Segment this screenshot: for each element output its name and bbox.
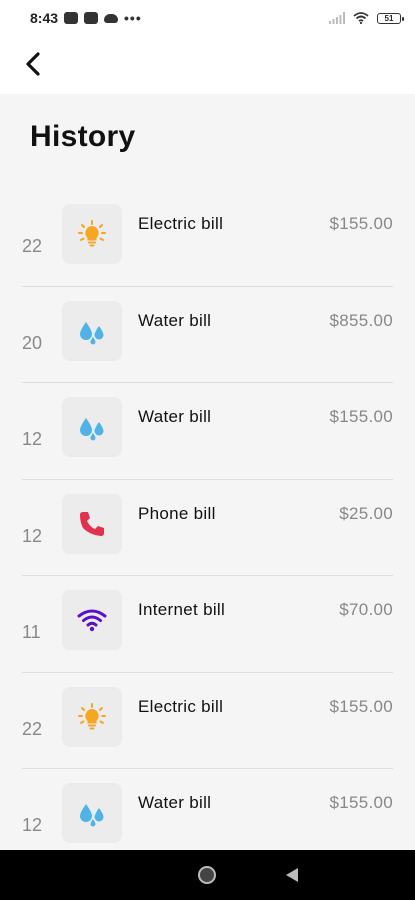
wifi-icon — [77, 607, 107, 633]
signal-icon — [329, 12, 345, 24]
chevron-left-icon — [26, 52, 40, 76]
bill-icon-tile — [62, 204, 122, 264]
bill-icon-tile — [62, 493, 122, 554]
battery-icon: 51 — [377, 12, 404, 24]
bill-amount: $155.00 — [329, 407, 393, 426]
lightbulb-icon — [77, 219, 107, 249]
bill-name: Electric bill — [138, 696, 224, 716]
status-time: 8:43 — [30, 10, 59, 26]
history-row[interactable]: 11 Internet bill $70.00 — [22, 576, 393, 673]
history-day: 12 — [22, 815, 43, 835]
bill-icon-tile — [62, 686, 122, 747]
bill-name: Phone bill — [138, 503, 216, 523]
bill-name: Water bill — [138, 310, 212, 330]
page-title: History — [30, 120, 136, 153]
bill-name: Electric bill — [138, 214, 224, 233]
history-row[interactable]: 20 Water bill $855.00 — [22, 287, 393, 383]
history-content: History 22 Electric bill $155.00 20 Wate… — [0, 94, 415, 866]
water-drops-icon — [77, 412, 107, 442]
bill-amount: $70.00 — [339, 600, 393, 619]
history-row[interactable]: 22 Electric bill $155.00 — [22, 190, 393, 287]
message-notification-icon — [64, 12, 79, 24]
bill-amount: $155.00 — [329, 793, 393, 812]
history-row[interactable]: 22 Electric bill $155.00 — [22, 673, 393, 769]
status-left: 8:43 ••• — [30, 10, 142, 26]
back-button[interactable] — [16, 46, 52, 82]
history-day: 22 — [22, 236, 43, 256]
history-list: 22 Electric bill $155.00 20 Water bill $… — [22, 190, 393, 866]
bill-icon-tile — [62, 783, 122, 843]
history-day: 22 — [22, 718, 43, 739]
bill-icon-tile — [62, 300, 122, 361]
history-day: 12 — [22, 429, 43, 449]
status-bar: 8:43 ••• 51 — [0, 0, 415, 36]
home-button[interactable] — [198, 866, 216, 884]
water-drops-icon — [77, 798, 107, 828]
app-bar — [0, 36, 415, 94]
history-day: 11 — [22, 622, 41, 642]
bill-name: Internet bill — [138, 600, 226, 619]
bill-amount: $25.00 — [339, 503, 393, 523]
bill-amount: $155.00 — [329, 696, 393, 716]
history-day: 12 — [22, 525, 43, 546]
cloud-icon — [104, 13, 119, 23]
phone-icon — [77, 509, 107, 539]
water-drops-icon — [77, 316, 107, 346]
wifi-status-icon — [353, 12, 369, 24]
history-day: 20 — [22, 332, 43, 353]
bill-icon-tile — [62, 590, 122, 650]
system-back-button[interactable] — [286, 868, 298, 882]
bill-amount: $855.00 — [329, 310, 393, 330]
app-notification-icon — [84, 12, 99, 24]
history-row[interactable]: 12 Phone bill $25.00 — [22, 480, 393, 576]
status-right: 51 — [329, 12, 404, 24]
more-notifications-icon: ••• — [124, 10, 142, 26]
bill-name: Water bill — [138, 407, 212, 426]
bill-icon-tile — [62, 397, 122, 457]
bill-name: Water bill — [138, 793, 212, 812]
lightbulb-icon — [77, 702, 107, 732]
bill-amount: $155.00 — [329, 214, 393, 233]
history-row[interactable]: 12 Water bill $155.00 — [22, 383, 393, 480]
system-nav-bar — [0, 850, 415, 900]
